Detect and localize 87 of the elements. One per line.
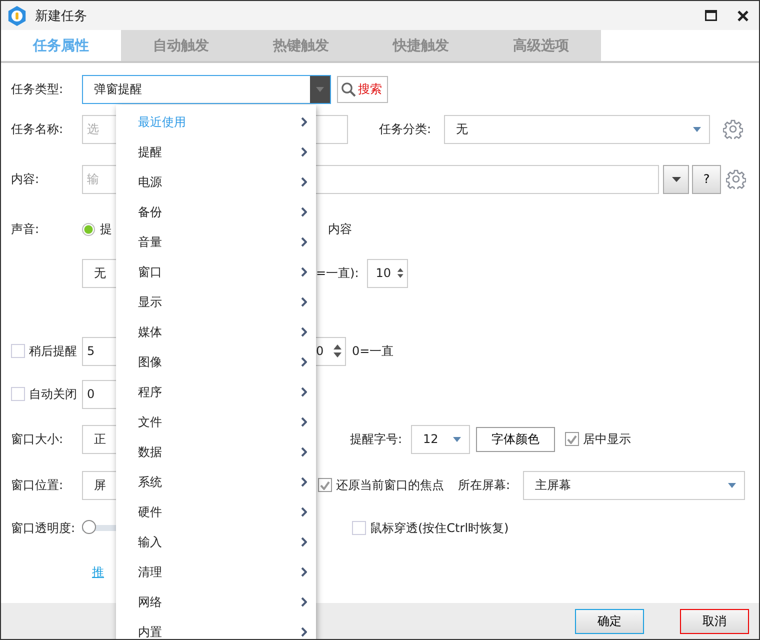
chevron-icon [301, 417, 307, 427]
menu-item[interactable]: 图像 [116, 347, 316, 377]
field-label: 任务名称: [10, 120, 64, 138]
app-logo-icon [6, 4, 28, 26]
field-label: 任务类型: [10, 80, 64, 98]
checkbox[interactable] [565, 432, 579, 446]
maximize-icon[interactable] [705, 10, 717, 21]
chevron-icon [301, 177, 307, 187]
chevron-icon [301, 207, 307, 217]
chevron-icon [301, 627, 307, 637]
chevron-icon [301, 327, 307, 337]
menu-item[interactable]: 提醒 [116, 137, 316, 167]
chevron-icon [301, 477, 307, 487]
field-label: 窗口位置: [10, 476, 64, 494]
font-color-button[interactable]: 字体颜色 [476, 426, 555, 452]
spin-field[interactable]: 10 [366, 258, 408, 288]
dropdown-button[interactable] [663, 164, 689, 194]
menu-item[interactable]: 文件 [116, 407, 316, 437]
menu-item[interactable]: 程序 [116, 377, 316, 407]
dropdown-arrow-icon [693, 126, 701, 132]
dropdown-arrow-icon [453, 436, 461, 442]
dropdown-arrow-icon [316, 86, 324, 92]
chevron-icon [301, 297, 307, 307]
checkbox[interactable] [11, 344, 25, 358]
menu-item[interactable]: 音量 [116, 227, 316, 257]
cancel-button[interactable]: 取消 [680, 608, 749, 634]
menu-item[interactable]: 备份 [116, 197, 316, 227]
checkbox-label: 稍后提醒 [29, 342, 77, 360]
help-button[interactable]: ? [692, 164, 721, 194]
field-label: 声音: [10, 220, 40, 238]
menu-item[interactable]: 媒体 [116, 317, 316, 347]
chevron-icon [301, 147, 307, 157]
close-icon[interactable] [737, 10, 749, 22]
chevron-icon [301, 237, 307, 247]
chevron-icon [301, 537, 307, 547]
chevron-icon [301, 117, 307, 127]
window-title: 新建任务 [35, 8, 87, 24]
dropdown[interactable]: 无 [444, 114, 710, 144]
search-icon [341, 82, 356, 96]
chevron-icon [301, 507, 307, 517]
field-label: 提醒字号: [350, 430, 404, 448]
checkbox[interactable] [352, 521, 366, 535]
chevron-icon [301, 267, 307, 277]
checkbox-label: 自动关闭 [29, 386, 77, 402]
checkbox-label: 还原当前窗口的焦点 [336, 476, 444, 494]
menu-item[interactable]: 输入 [116, 527, 316, 557]
dropdown-arrow-icon [728, 482, 736, 488]
field-label: 窗口透明度: [10, 520, 76, 536]
chevron-icon [301, 387, 307, 397]
settings-icon[interactable] [723, 119, 743, 139]
checkbox[interactable] [11, 387, 25, 401]
chevron-icon [301, 597, 307, 607]
chevron-icon [301, 357, 307, 367]
hint-text: 0=一直 [352, 342, 394, 360]
radio-button[interactable] [82, 222, 95, 236]
check-icon [320, 480, 330, 490]
menu-item[interactable]: 显示 [116, 287, 316, 317]
check-icon [567, 434, 577, 444]
field-label: 任务分类: [379, 120, 432, 138]
menu-item[interactable]: 窗口 [116, 257, 316, 287]
menu-item[interactable]: 系统 [116, 467, 316, 497]
radio-label: 提 [100, 220, 112, 238]
chevron-icon [301, 447, 307, 457]
menu-item[interactable]: 网络 [116, 587, 316, 617]
checkbox-label: 居中显示 [583, 430, 631, 448]
search-button[interactable]: 搜索 [337, 76, 388, 102]
dropdown[interactable]: 弹窗提醒 [82, 74, 331, 104]
field-label: =一直): [316, 264, 359, 282]
spin-arrows-icon [333, 343, 342, 359]
menu-item[interactable]: 数据 [116, 437, 316, 467]
ok-button[interactable]: 确定 [575, 608, 644, 634]
menu-item[interactable]: 硬件 [116, 497, 316, 527]
dropdown-arrow-icon [672, 176, 680, 182]
dropdown[interactable]: 主屏幕 [523, 470, 745, 500]
chevron-icon [301, 567, 307, 577]
dropdown[interactable]: 12 [411, 424, 470, 454]
field-label: 所在屏幕: [458, 476, 512, 494]
option-label: 内容 [328, 220, 352, 238]
checkbox[interactable] [318, 478, 332, 492]
settings-icon[interactable] [726, 169, 746, 189]
checkbox-label: 鼠标穿透(按住Ctrl时恢复) [370, 520, 509, 536]
menu-item[interactable]: 清理 [116, 557, 316, 587]
spin-field[interactable]: 0 [316, 336, 346, 366]
field-label: 窗口大小: [10, 430, 64, 448]
menu-item[interactable]: 内置 [116, 617, 316, 639]
field-label: 内容: [10, 170, 40, 188]
slider-thumb[interactable] [82, 520, 96, 534]
